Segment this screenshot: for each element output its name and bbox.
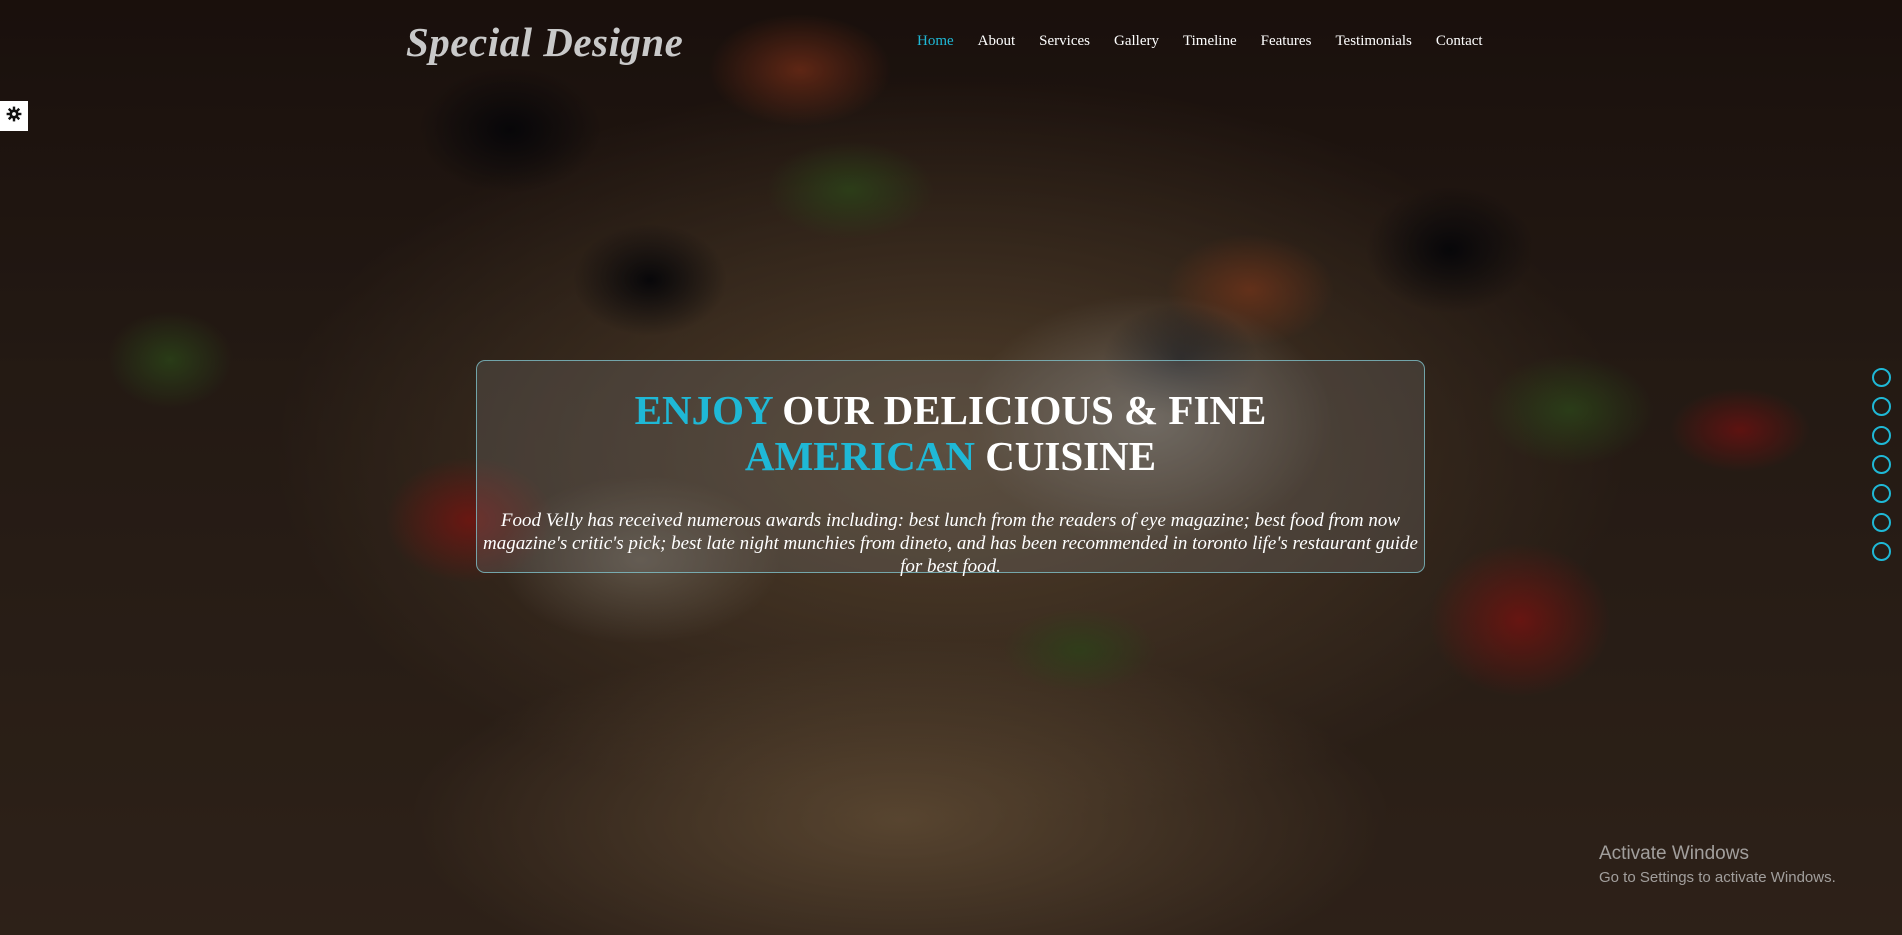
hero-title-american: AMERICAN <box>744 433 975 479</box>
nav-about[interactable]: About <box>978 33 1016 50</box>
page: Special Designe Home About Services Gall… <box>0 0 1902 935</box>
gear-icon <box>6 106 22 127</box>
section-dot[interactable] <box>1872 455 1891 474</box>
nav-services[interactable]: Services <box>1039 33 1090 50</box>
nav-features[interactable]: Features <box>1261 33 1312 50</box>
nav-testimonials[interactable]: Testimonials <box>1335 33 1411 50</box>
main-nav: Home About Services Gallery Timeline Fea… <box>917 33 1507 50</box>
hero-title-end: CUISINE <box>974 433 1157 479</box>
nav-home[interactable]: Home <box>917 33 954 50</box>
section-dot[interactable] <box>1872 484 1891 503</box>
hero-description: Food Velly has received numerous awards … <box>483 510 1418 577</box>
section-dot-nav <box>1872 368 1891 561</box>
watermark-title: Activate Windows <box>1599 843 1749 864</box>
watermark-subtitle: Go to Settings to activate Windows. <box>1599 869 1836 886</box>
settings-button[interactable] <box>0 101 28 131</box>
section-dot[interactable] <box>1872 542 1891 561</box>
section-dot[interactable] <box>1872 426 1891 445</box>
hero-caption-box: ENJOY OUR DELICIOUS & FINE AMERICAN CUIS… <box>476 360 1425 577</box>
nav-gallery[interactable]: Gallery <box>1114 33 1159 50</box>
section-dot[interactable] <box>1872 397 1891 416</box>
site-logo[interactable]: Special Designe <box>406 18 683 66</box>
hero-title-enjoy: ENJOY <box>634 387 773 433</box>
hero-title-middle: OUR DELICIOUS & FINE <box>772 387 1267 433</box>
nav-contact[interactable]: Contact <box>1436 33 1483 50</box>
nav-timeline[interactable]: Timeline <box>1183 33 1237 50</box>
windows-activation-watermark: Activate Windows Go to Settings to activ… <box>1599 842 1836 888</box>
section-dot[interactable] <box>1872 368 1891 387</box>
section-dot[interactable] <box>1872 513 1891 532</box>
hero-title: ENJOY OUR DELICIOUS & FINE AMERICAN CUIS… <box>517 387 1384 479</box>
